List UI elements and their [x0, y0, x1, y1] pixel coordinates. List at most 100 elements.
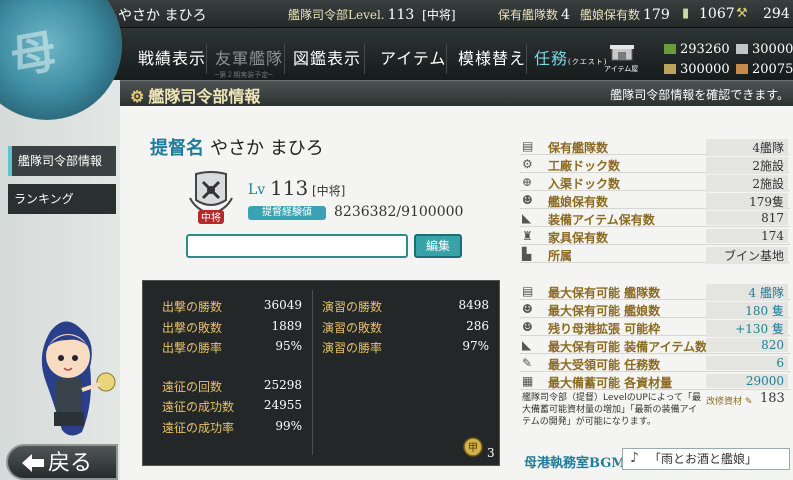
admiral-name-label: 提督名 [150, 138, 204, 159]
nav-quest-sub: (クエスト) [568, 58, 608, 66]
expedition-rate-label: 遠征の成功率 [162, 421, 235, 435]
sidebar-tab-ranking[interactable]: ランキング [8, 184, 116, 214]
sortie-losses-value: 1889 [271, 319, 302, 333]
exercise-rate-label: 演習の勝率 [322, 341, 383, 355]
hq-level-value: 113 [387, 7, 415, 23]
stat-fleets-value: 4艦隊 [706, 139, 788, 156]
rank-insignia-icon: 中将 [189, 171, 233, 224]
header-admiral-name: やさか まひろ [118, 8, 207, 24]
equipment-icon: ◣ [522, 338, 532, 352]
nav-separator [526, 44, 527, 74]
stat-max-quests-label: 最大受領可能 任務数 [548, 358, 661, 372]
stat-max-equipment-label: 最大保有可能 装備アイテム数 [548, 340, 707, 354]
nav-separator [284, 44, 285, 74]
expedition-success-value: 24955 [263, 398, 302, 412]
sortie-rate-label: 出撃の勝率 [162, 341, 223, 355]
equipment-icon: ◣ [522, 211, 532, 225]
level-value: 113 [270, 176, 309, 200]
bgm-label: 母港執務室BGM [524, 456, 626, 471]
stat-max-equipment-value: 820 [706, 338, 788, 352]
nav-battle-record[interactable]: 戦績表示 [138, 44, 206, 74]
item-shop-button[interactable]: アイテム屋 [604, 42, 640, 74]
expedition-rate-value: 99% [275, 419, 302, 433]
stat-repair-docks-label: 入渠ドック数 [548, 177, 621, 191]
exercise-wins-label: 演習の勝数 [322, 300, 383, 314]
arsenal-gear-icon: ⚙ [522, 157, 533, 171]
fuel-icon [664, 44, 676, 54]
repair-dock-icon: ⊕ [522, 175, 533, 189]
fleet-icon: ▤ [522, 139, 534, 153]
stat-fleets-label: 保有艦隊数 [548, 141, 609, 155]
back-button-label: 戻る [48, 451, 93, 476]
ammo-icon [664, 64, 676, 74]
bgm-track: 「雨とお酒と艦娘」 [649, 452, 758, 466]
stat-arsenal-value: 2施設 [706, 157, 788, 174]
edit-comment-button[interactable]: 編集 [414, 234, 462, 258]
secretary-ship-chibi[interactable] [10, 312, 130, 452]
nav-separator [446, 44, 447, 74]
nav-quest-label: 任務 [534, 49, 569, 68]
stat-max-resources-value: 29000 [706, 374, 788, 388]
devmat-icon: ⚒ [736, 6, 748, 21]
stat-ships-value: 179隻 [706, 193, 788, 210]
exercise-losses-value: 286 [466, 319, 489, 333]
ship-count-value: 179 [643, 7, 670, 23]
page-title: ⚙ 艦隊司令部情報 [130, 87, 261, 106]
fleet-count-label: 保有艦隊数 [498, 8, 559, 22]
nav-items[interactable]: アイテム [380, 44, 446, 74]
fleet-count-display: 保有艦隊数 4 [498, 6, 570, 23]
sidebar-tab-hq-info[interactable]: 艦隊司令部情報 [8, 146, 116, 176]
medal-count: 3 [487, 446, 495, 460]
page-hint: 艦隊司令部情報を確認できます。 [610, 88, 789, 102]
ship-girl-icon: ☻ [522, 193, 533, 207]
stat-port-expansion-label: 残り母港拡張 可能枠 [548, 322, 661, 336]
expedition-count-value: 25298 [263, 378, 302, 392]
item-shop-icon [610, 45, 634, 61]
stat-ships-label: 艦娘保有数 [548, 195, 609, 209]
stat-max-ships-value: 180 隻 [706, 302, 788, 319]
nav-picture-book[interactable]: 図鑑表示 [293, 44, 361, 74]
nav-quest[interactable]: 任務(クエスト) [534, 44, 607, 74]
expedition-success-label: 遠征の成功数 [162, 400, 235, 414]
sortie-wins-value: 36049 [263, 298, 302, 312]
nav-separator [206, 44, 207, 74]
nav-friend-fleet-note: ─第２期実装予定─ [215, 71, 273, 79]
ship-girl-icon: ☻ [522, 302, 533, 316]
ship-count-display: 艦娘保有数 179 [580, 6, 670, 23]
resource-storage-icon: ▦ [522, 374, 534, 388]
nav-furniture[interactable]: 模様替え [458, 44, 526, 74]
expedition-count-label: 遠征の回数 [162, 380, 223, 394]
back-button[interactable]: 戻る [6, 444, 118, 480]
bauxite-resource: 20075 [736, 62, 793, 77]
stat-arsenal-label: 工廠ドック数 [548, 159, 621, 173]
bucket-count: 1067 [699, 6, 735, 22]
sortie-rate-value: 95% [275, 339, 302, 353]
hq-level-display: 艦隊司令部Level. 113 [中将] [288, 6, 456, 23]
ammo-resource: 300000 [664, 62, 730, 77]
exercise-wins-value: 8498 [458, 298, 489, 312]
svg-text:甲: 甲 [468, 443, 478, 454]
stat-max-fleets-value: 4 艦隊 [706, 284, 788, 301]
medal-icon[interactable]: 甲 [462, 436, 484, 458]
stat-max-ships-label: 最大保有可能 艦娘数 [548, 304, 661, 318]
steel-icon [736, 44, 748, 54]
level-label: Lv [248, 182, 266, 198]
item-shop-label: アイテム屋 [604, 65, 639, 73]
hq-rank: [中将] [422, 8, 456, 22]
admiral-name: やさか まひろ [210, 138, 324, 159]
bgm-selector[interactable]: 「雨とお酒と艦娘」 [622, 448, 790, 470]
sortie-wins-label: 出撃の勝数 [162, 300, 223, 314]
screw-icon: ✎ [744, 397, 753, 407]
rank-text: [中将] [312, 184, 346, 198]
steel-resource: 30000 [736, 42, 793, 57]
comment-input[interactable] [186, 234, 408, 258]
furniture-icon: ♜ [522, 229, 533, 243]
stat-furniture-label: 家具保有数 [548, 231, 609, 245]
devmat-count: 294 [763, 6, 790, 22]
stat-port-expansion-value: +130 隻 [706, 320, 788, 337]
base-icon: ▙ [522, 247, 532, 261]
exercise-rate-value: 97% [462, 339, 489, 353]
exp-value: 8236382/9100000 [334, 204, 464, 220]
exp-label: 提督経験値 [248, 206, 326, 220]
stat-equipment-value: 817 [706, 211, 788, 225]
